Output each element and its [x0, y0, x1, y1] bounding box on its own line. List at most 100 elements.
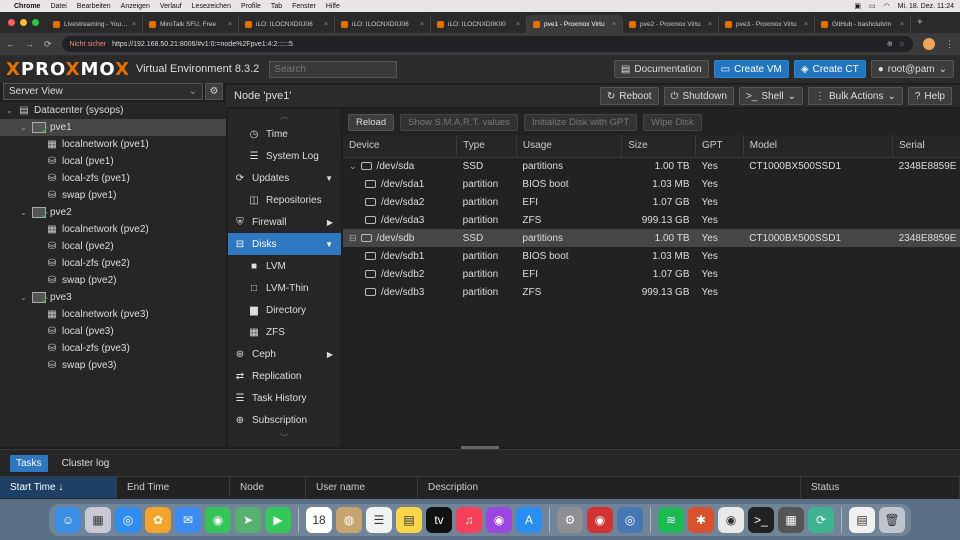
- close-tab-icon[interactable]: ×: [324, 21, 328, 28]
- initialize-gpt-button[interactable]: Initialize Disk with GPT: [524, 113, 638, 131]
- tree-item-swap-pve3[interactable]: ⛁ swap (pve3): [0, 357, 226, 374]
- shutdown-button[interactable]: ⏻ Shutdown: [663, 87, 734, 105]
- tree-item-datacenter-sysops[interactable]: ⌄ ▤ Datacenter (sysops): [0, 102, 226, 119]
- table-row[interactable]: ⊟ /dev/sdb SSD partitions 1.00 TB Yes CT1000BX…: [343, 229, 960, 247]
- scroll-down-icon[interactable]: ﹀: [228, 431, 341, 445]
- facetime-icon[interactable]: ▶: [265, 506, 291, 533]
- wifi-icon[interactable]: ◠: [884, 2, 890, 10]
- settings-icon[interactable]: ⚙: [557, 506, 583, 533]
- safari-icon[interactable]: ◎: [115, 506, 141, 533]
- close-window-button[interactable]: [8, 19, 15, 26]
- control-center-icon[interactable]: ▣: [854, 2, 861, 10]
- menu-verlauf[interactable]: Verlauf: [160, 3, 182, 10]
- browser-menu-icon[interactable]: ⋮: [945, 39, 954, 50]
- table-row[interactable]: ⌄ /dev/sda SSD partitions 1.00 TB Yes CT1000BX…: [343, 157, 960, 175]
- tree-item-pve2[interactable]: ⌄ pve2: [0, 204, 226, 221]
- menu-bearbeiten[interactable]: Bearbeiten: [77, 3, 111, 10]
- expand-icon[interactable]: ⌄: [349, 161, 357, 171]
- back-icon[interactable]: ←: [6, 39, 15, 49]
- tree-item-local-pve3[interactable]: ⛁ local (pve3): [0, 323, 226, 340]
- bulk-actions-button[interactable]: ⋮ Bulk Actions ⌄: [807, 87, 903, 105]
- table-row[interactable]: /dev/sdb2 partition EFI 1.07 GB Yes: [343, 265, 960, 283]
- table-row[interactable]: /dev/sdb1 partition BIOS boot 1.03 MB Yes: [343, 247, 960, 265]
- tree-item-local-zfs-pve3[interactable]: ⛁ local-zfs (pve3): [0, 340, 226, 357]
- caret-right-icon[interactable]: ▶: [327, 218, 333, 227]
- search-input[interactable]: [269, 60, 398, 78]
- app-green-icon[interactable]: ⟳: [808, 506, 834, 533]
- nav-item-system-log[interactable]: ☰ System Log: [228, 145, 341, 167]
- reload-button[interactable]: Reload: [348, 113, 395, 131]
- zoom-window-button[interactable]: [32, 19, 39, 26]
- create-ct-button[interactable]: ◈ Create CT: [793, 60, 866, 78]
- menu-anzeigen[interactable]: Anzeigen: [121, 3, 150, 10]
- close-tab-icon[interactable]: ×: [132, 21, 136, 28]
- user-menu-button[interactable]: ● root@pam ⌄: [870, 60, 954, 78]
- tasks-column-node[interactable]: Node: [230, 477, 306, 498]
- menu-profile[interactable]: Profile: [241, 3, 261, 10]
- browser-tab[interactable]: pve1 - Proxmox Virtu ×: [527, 15, 623, 33]
- forward-icon[interactable]: →: [25, 39, 34, 49]
- nav-item-firewall[interactable]: ⛨ Firewall ▶: [228, 211, 341, 233]
- tree-item-local-pve1[interactable]: ⛁ local (pve1): [0, 153, 226, 170]
- chrome-icon[interactable]: ◉: [718, 506, 744, 533]
- app-orange-icon[interactable]: ✱: [688, 506, 714, 533]
- nav-item-lvm[interactable]: ■ LVM: [228, 255, 341, 277]
- menu-datei[interactable]: Datei: [50, 3, 66, 10]
- appstore-icon[interactable]: A: [516, 506, 542, 533]
- menu-chrome[interactable]: Chrome: [14, 3, 40, 10]
- browser-tab[interactable]: iLO: ILOCNXD0J06 ×: [335, 15, 431, 33]
- maps-icon[interactable]: ➤: [235, 506, 261, 533]
- nav-item-lvm-thin[interactable]: □ LVM-Thin: [228, 277, 341, 299]
- bookmark-star-icon[interactable]: ☆: [899, 40, 905, 48]
- app-blue-icon[interactable]: ◎: [617, 506, 643, 533]
- nav-item-task-history[interactable]: ☰ Task History: [228, 387, 341, 409]
- gear-icon[interactable]: ⚙: [205, 83, 223, 100]
- mail-icon[interactable]: ✉: [175, 506, 201, 533]
- messages-icon[interactable]: ◉: [205, 506, 231, 533]
- close-tab-icon[interactable]: ×: [900, 21, 904, 28]
- table-row[interactable]: /dev/sda1 partition BIOS boot 1.03 MB Yes: [343, 175, 960, 193]
- nav-item-time[interactable]: ◷ Time: [228, 123, 341, 145]
- caret-down-icon[interactable]: ▼: [325, 240, 333, 249]
- column-header-size[interactable]: Size: [621, 135, 696, 158]
- column-header-device[interactable]: Device: [343, 135, 458, 158]
- tasks-column-user-name[interactable]: User name: [306, 477, 418, 498]
- calendar-icon[interactable]: 18: [306, 506, 332, 533]
- close-tab-icon[interactable]: ×: [804, 21, 808, 28]
- finder-icon[interactable]: ☺: [55, 506, 81, 533]
- tree-item-swap-pve2[interactable]: ⛁ swap (pve2): [0, 272, 226, 289]
- nav-item-disks[interactable]: ⊟ Disks ▼: [228, 233, 341, 255]
- profile-avatar[interactable]: [923, 38, 935, 50]
- tree-item-local-zfs-pve1[interactable]: ⛁ local-zfs (pve1): [0, 170, 226, 187]
- tab-tasks[interactable]: Tasks: [10, 454, 48, 472]
- browser-tab[interactable]: GitHub - bashclub/m ×: [815, 15, 911, 33]
- menu-lesezeichen[interactable]: Lesezeichen: [192, 3, 231, 10]
- browser-tab[interactable]: iLO: ILOCNXD0K00 ×: [431, 15, 527, 33]
- browser-tab[interactable]: pve2 - Proxmox Virtu ×: [623, 15, 719, 33]
- smart-values-button[interactable]: Show S.M.A.R.T. values: [400, 113, 519, 131]
- zoom-icon[interactable]: ⊕: [887, 40, 893, 48]
- tree-item-pve1[interactable]: ⌄ pve1: [0, 119, 226, 136]
- wipe-disk-button[interactable]: Wipe Disk: [643, 113, 702, 131]
- launchpad-icon[interactable]: ▦: [85, 506, 111, 533]
- table-row[interactable]: /dev/sda2 partition EFI 1.07 GB Yes: [343, 193, 960, 211]
- address-bar[interactable]: Nicht sicher https://192.168.50.21:8006/…: [61, 36, 913, 52]
- column-header-usage[interactable]: Usage: [516, 135, 623, 158]
- tv-icon[interactable]: tv: [426, 506, 452, 533]
- tasks-column-description[interactable]: Description: [418, 477, 801, 498]
- documentation-button[interactable]: ▤ Documentation: [613, 60, 709, 78]
- minimize-window-button[interactable]: [20, 19, 27, 26]
- nav-item-ceph[interactable]: ⊛ Ceph ▶: [228, 343, 341, 365]
- tree-item-local-zfs-pve2[interactable]: ⛁ local-zfs (pve2): [0, 255, 226, 272]
- browser-tab[interactable]: MiroTalk SFU, Free ×: [143, 15, 239, 33]
- photos-icon[interactable]: ✿: [145, 506, 171, 533]
- podcasts-icon[interactable]: ◉: [486, 506, 512, 533]
- nav-item-zfs[interactable]: ▦ ZFS: [228, 321, 341, 343]
- server-view-select[interactable]: Server View ⌄: [3, 83, 203, 100]
- tree-toggle-icon[interactable]: ⌄: [20, 293, 28, 302]
- not-secure-badge[interactable]: Nicht sicher: [70, 41, 107, 48]
- tasks-column-start-time[interactable]: Start Time ↓: [0, 477, 117, 498]
- spotify-icon[interactable]: ≋: [658, 506, 684, 533]
- tasks-column-end-time[interactable]: End Time: [117, 477, 230, 498]
- create-vm-button[interactable]: ▭ Create VM: [713, 60, 789, 78]
